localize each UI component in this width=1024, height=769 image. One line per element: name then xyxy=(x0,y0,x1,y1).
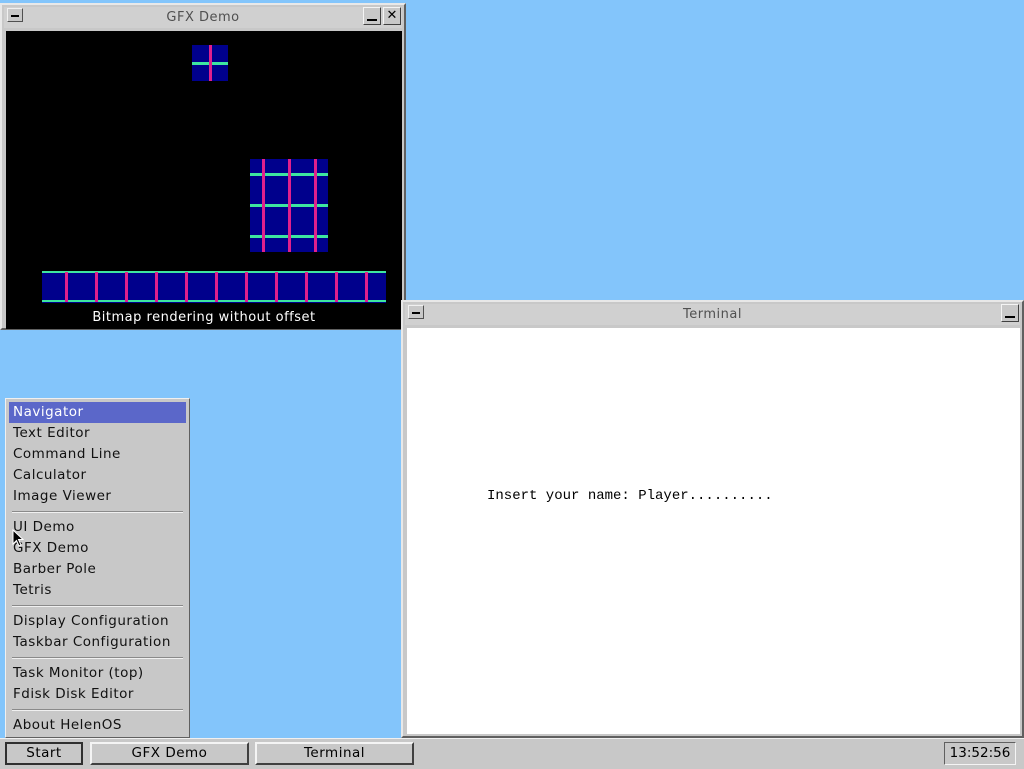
strip-bitmap-vline xyxy=(65,272,68,302)
terminal-prompt: Insert your name: Player.......... xyxy=(487,488,773,504)
strip-bitmap-vline xyxy=(305,272,308,302)
terminal-body[interactable]: Insert your name: Player.......... xyxy=(407,328,1020,734)
strip-bitmap-vline xyxy=(245,272,248,302)
gfx-canvas: Bitmap rendering without offset xyxy=(6,31,402,329)
menu-separator xyxy=(12,709,183,711)
start-button[interactable]: Start xyxy=(5,742,83,765)
strip-bitmap xyxy=(42,271,386,303)
terminal-titlebar[interactable]: Terminal xyxy=(405,304,1020,325)
window-menu-button[interactable] xyxy=(408,305,424,319)
taskbar-clock: 13:52:56 xyxy=(944,742,1016,765)
menu-item-navigator[interactable]: Navigator xyxy=(9,402,186,423)
window-title: Terminal xyxy=(683,307,742,322)
menu-item-command-line[interactable]: Command Line xyxy=(9,444,186,465)
gfx-demo-window: GFX Demo ✕ Bitmap rendering without offs… xyxy=(0,3,406,330)
strip-bitmap-vline xyxy=(275,272,278,302)
taskbar-item-gfx-demo[interactable]: GFX Demo xyxy=(90,742,249,765)
menu-item-text-editor[interactable]: Text Editor xyxy=(9,423,186,444)
window-title: GFX Demo xyxy=(166,10,240,25)
strip-bitmap-vline xyxy=(185,272,188,302)
gfx-caption: Bitmap rendering without offset xyxy=(92,310,316,325)
terminal-window: Terminal Insert your name: Player.......… xyxy=(401,300,1024,738)
close-icon: ✕ xyxy=(386,8,398,23)
bitmap-rendering xyxy=(42,45,386,303)
minimize-button[interactable] xyxy=(363,7,381,25)
menu-item-taskbar-configuration[interactable]: Taskbar Configuration xyxy=(9,632,186,653)
strip-bitmap-vline xyxy=(335,272,338,302)
taskbar-item-label: GFX Demo xyxy=(131,745,208,761)
taskbar: Start GFX Demo Terminal 13:52:56 xyxy=(0,738,1024,769)
menu-separator xyxy=(12,511,183,513)
medium-bitmap-vline xyxy=(262,159,265,252)
minimize-button[interactable] xyxy=(1001,304,1019,322)
window-menu-icon xyxy=(412,312,420,314)
menu-item-about-helenos[interactable]: About HelenOS xyxy=(9,715,186,736)
taskbar-item-terminal[interactable]: Terminal xyxy=(255,742,414,765)
menu-item-display-configuration[interactable]: Display Configuration xyxy=(9,611,186,632)
menu-separator xyxy=(12,657,183,659)
strip-bitmap-vline xyxy=(215,272,218,302)
menu-item-ui-demo[interactable]: UI Demo xyxy=(9,517,186,538)
menu-item-barber-pole[interactable]: Barber Pole xyxy=(9,559,186,580)
strip-bitmap-vline xyxy=(125,272,128,302)
menu-separator xyxy=(12,605,183,607)
minimize-icon xyxy=(367,19,377,21)
medium-bitmap-vline xyxy=(288,159,291,252)
start-menu: Navigator Text Editor Command Line Calculat… xyxy=(5,398,190,738)
menu-item-task-monitor-top[interactable]: Task Monitor (top) xyxy=(9,663,186,684)
menu-item-fdisk-disk-editor[interactable]: Fdisk Disk Editor xyxy=(9,684,186,705)
menu-item-tetris[interactable]: Tetris xyxy=(9,580,186,601)
small-bitmap-vline xyxy=(209,45,212,81)
mouse-cursor-icon xyxy=(12,529,24,547)
window-menu-icon xyxy=(11,15,19,17)
close-button[interactable]: ✕ xyxy=(383,7,401,25)
strip-bitmap-vline xyxy=(95,272,98,302)
taskbar-item-label: Terminal xyxy=(303,745,366,761)
strip-bitmap-top-line xyxy=(42,271,386,273)
menu-item-image-viewer[interactable]: Image Viewer xyxy=(9,486,186,507)
strip-bitmap-bottom-line xyxy=(42,300,386,302)
window-menu-button[interactable] xyxy=(7,8,23,22)
medium-bitmap-vline xyxy=(314,159,317,252)
minimize-icon xyxy=(1005,316,1015,318)
menu-item-gfx-demo[interactable]: GFX Demo xyxy=(9,538,186,559)
strip-bitmap-vline xyxy=(365,272,368,302)
strip-bitmap-vline xyxy=(155,272,158,302)
gfx-demo-titlebar[interactable]: GFX Demo xyxy=(4,7,402,28)
start-label: Start xyxy=(26,745,62,761)
menu-item-calculator[interactable]: Calculator xyxy=(9,465,186,486)
